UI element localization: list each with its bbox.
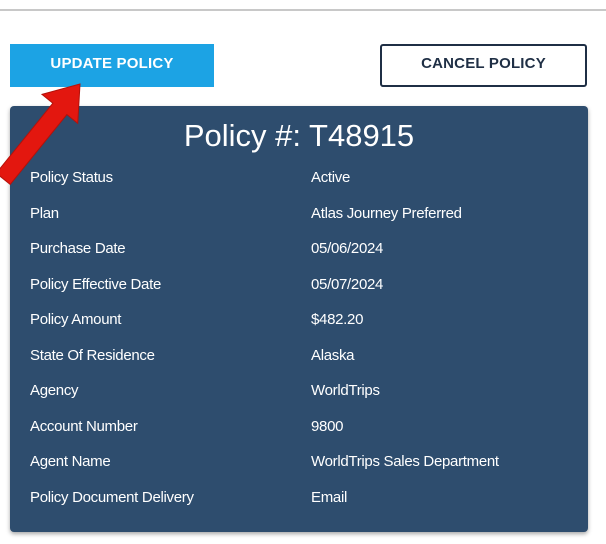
update-policy-button[interactable]: UPDATE POLICY bbox=[10, 44, 214, 87]
detail-label: Policy Amount bbox=[30, 311, 122, 328]
detail-value: Email bbox=[311, 488, 348, 506]
detail-value: Active bbox=[311, 169, 351, 186]
detail-row-agent-name: Agent Name WorldTrips Sales Department bbox=[10, 448, 588, 484]
detail-value: WorldTrips bbox=[311, 382, 380, 399]
cancel-policy-button[interactable]: CANCEL POLICY bbox=[380, 44, 587, 87]
detail-value: Alaska bbox=[311, 346, 355, 364]
detail-value: Atlas Journey Preferred bbox=[311, 204, 462, 222]
policy-details-list: Policy Status Active Plan Atlas Journey … bbox=[10, 164, 588, 519]
policy-details-card: Policy #: T48915 Policy Status Active Pl… bbox=[10, 106, 588, 532]
detail-row-account-number: Account Number 9800 bbox=[10, 413, 588, 449]
detail-value: WorldTrips Sales Department bbox=[311, 453, 499, 470]
detail-row-state-of-residence: State Of Residence Alaska bbox=[10, 342, 588, 378]
detail-label: Purchase Date bbox=[30, 240, 126, 257]
detail-label: Policy Document Delivery bbox=[30, 488, 194, 506]
detail-row-policy-status: Policy Status Active bbox=[10, 164, 588, 200]
detail-value: 9800 bbox=[311, 417, 344, 435]
detail-label: Agent Name bbox=[30, 453, 111, 470]
detail-row-plan: Plan Atlas Journey Preferred bbox=[10, 200, 588, 236]
detail-label: Policy Status bbox=[30, 169, 113, 186]
detail-value: 05/06/2024 bbox=[311, 240, 384, 257]
detail-label: Policy Effective Date bbox=[30, 275, 161, 293]
detail-value: 05/07/2024 bbox=[311, 275, 384, 293]
detail-row-purchase-date: Purchase Date 05/06/2024 bbox=[10, 235, 588, 271]
detail-label: Account Number bbox=[30, 417, 138, 435]
detail-row-document-delivery: Policy Document Delivery Email bbox=[10, 484, 588, 520]
detail-label: Plan bbox=[30, 204, 59, 222]
top-divider bbox=[0, 9, 606, 11]
detail-value: $482.20 bbox=[311, 311, 364, 328]
detail-label: State Of Residence bbox=[30, 346, 155, 364]
detail-row-effective-date: Policy Effective Date 05/07/2024 bbox=[10, 271, 588, 307]
policy-number-title: Policy #: T48915 bbox=[183, 118, 415, 153]
detail-label: Agency bbox=[30, 382, 79, 399]
detail-row-agency: Agency WorldTrips bbox=[10, 377, 588, 413]
detail-row-policy-amount: Policy Amount $482.20 bbox=[10, 306, 588, 342]
